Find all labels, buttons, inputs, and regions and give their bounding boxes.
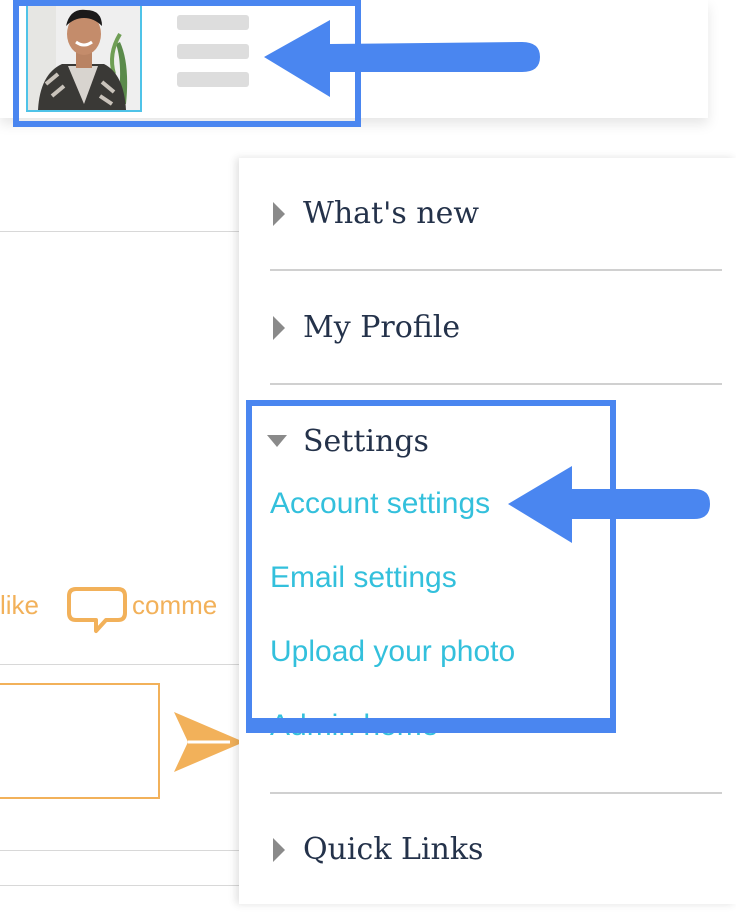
comment-link[interactable]: comme [132,590,217,621]
highlight-overlay [252,718,610,727]
pointer-arrow-icon [508,466,710,543]
menu-item-label: Quick Links [303,832,484,867]
menu-divider [270,792,722,794]
menu-item-label: What's new [303,196,480,231]
feed-divider [0,850,239,851]
triangle-right-icon [273,316,285,340]
triangle-right-icon [273,838,285,862]
speech-bubble-icon [67,587,127,633]
menu-item-whats-new[interactable]: What's new [270,196,722,276]
like-link[interactable]: like [0,590,39,621]
settings-highlight-box [246,400,616,733]
menu-item-label: My Profile [303,310,461,345]
menu-divider [270,269,722,271]
menu-divider [270,383,722,385]
feed-divider [0,664,239,665]
paper-plane-icon[interactable] [170,710,246,774]
pointer-arrow-icon [264,20,540,97]
triangle-right-icon [273,202,285,226]
menu-item-quick-links[interactable]: Quick Links [270,832,722,912]
feed-divider [0,231,239,232]
menu-item-my-profile[interactable]: My Profile [270,310,722,390]
feed-divider [0,885,239,886]
comment-input[interactable] [0,683,160,799]
